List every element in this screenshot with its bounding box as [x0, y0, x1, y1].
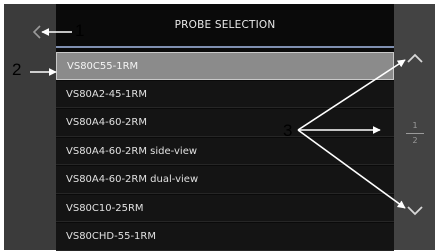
list-item[interactable]: VS80A4-60-2RM dual-view [56, 166, 394, 194]
list-item[interactable]: VS80A4-60-2RM side-view [56, 137, 394, 165]
title-divider [56, 46, 394, 48]
page-divider [406, 133, 424, 134]
page-indicator: 1 2 [406, 121, 424, 151]
chevron-down-icon[interactable] [406, 205, 424, 217]
chevron-left-icon[interactable] [30, 25, 44, 39]
probe-list: VS80C55-1RM VS80A2-45-1RM VS80A4-60-2RM … [56, 52, 394, 251]
callout-label-back: 1 [75, 21, 85, 40]
right-rail: 1 2 [394, 4, 435, 250]
list-item[interactable]: VS80A4-60-2RM [56, 109, 394, 137]
page-title: PROBE SELECTION [174, 19, 276, 31]
list-item[interactable]: VS80C55-1RM [56, 52, 394, 80]
list-item[interactable]: VS80C10-25RM [56, 194, 394, 222]
page-current: 1 [412, 121, 418, 130]
callout-label-navigation: 3 [283, 121, 293, 140]
list-item[interactable]: VS80CHD-55-1RM [56, 223, 394, 251]
left-rail [4, 4, 56, 250]
page-total: 2 [412, 136, 418, 145]
list-item[interactable]: VS80A2-45-1RM [56, 80, 394, 108]
chevron-up-icon[interactable] [406, 52, 424, 64]
probe-list-panel: PROBE SELECTION VS80C55-1RM VS80A2-45-1R… [56, 4, 394, 251]
callout-label-selection: 2 [12, 60, 22, 79]
probe-selection-screen: PROBE SELECTION VS80C55-1RM VS80A2-45-1R… [4, 4, 435, 251]
